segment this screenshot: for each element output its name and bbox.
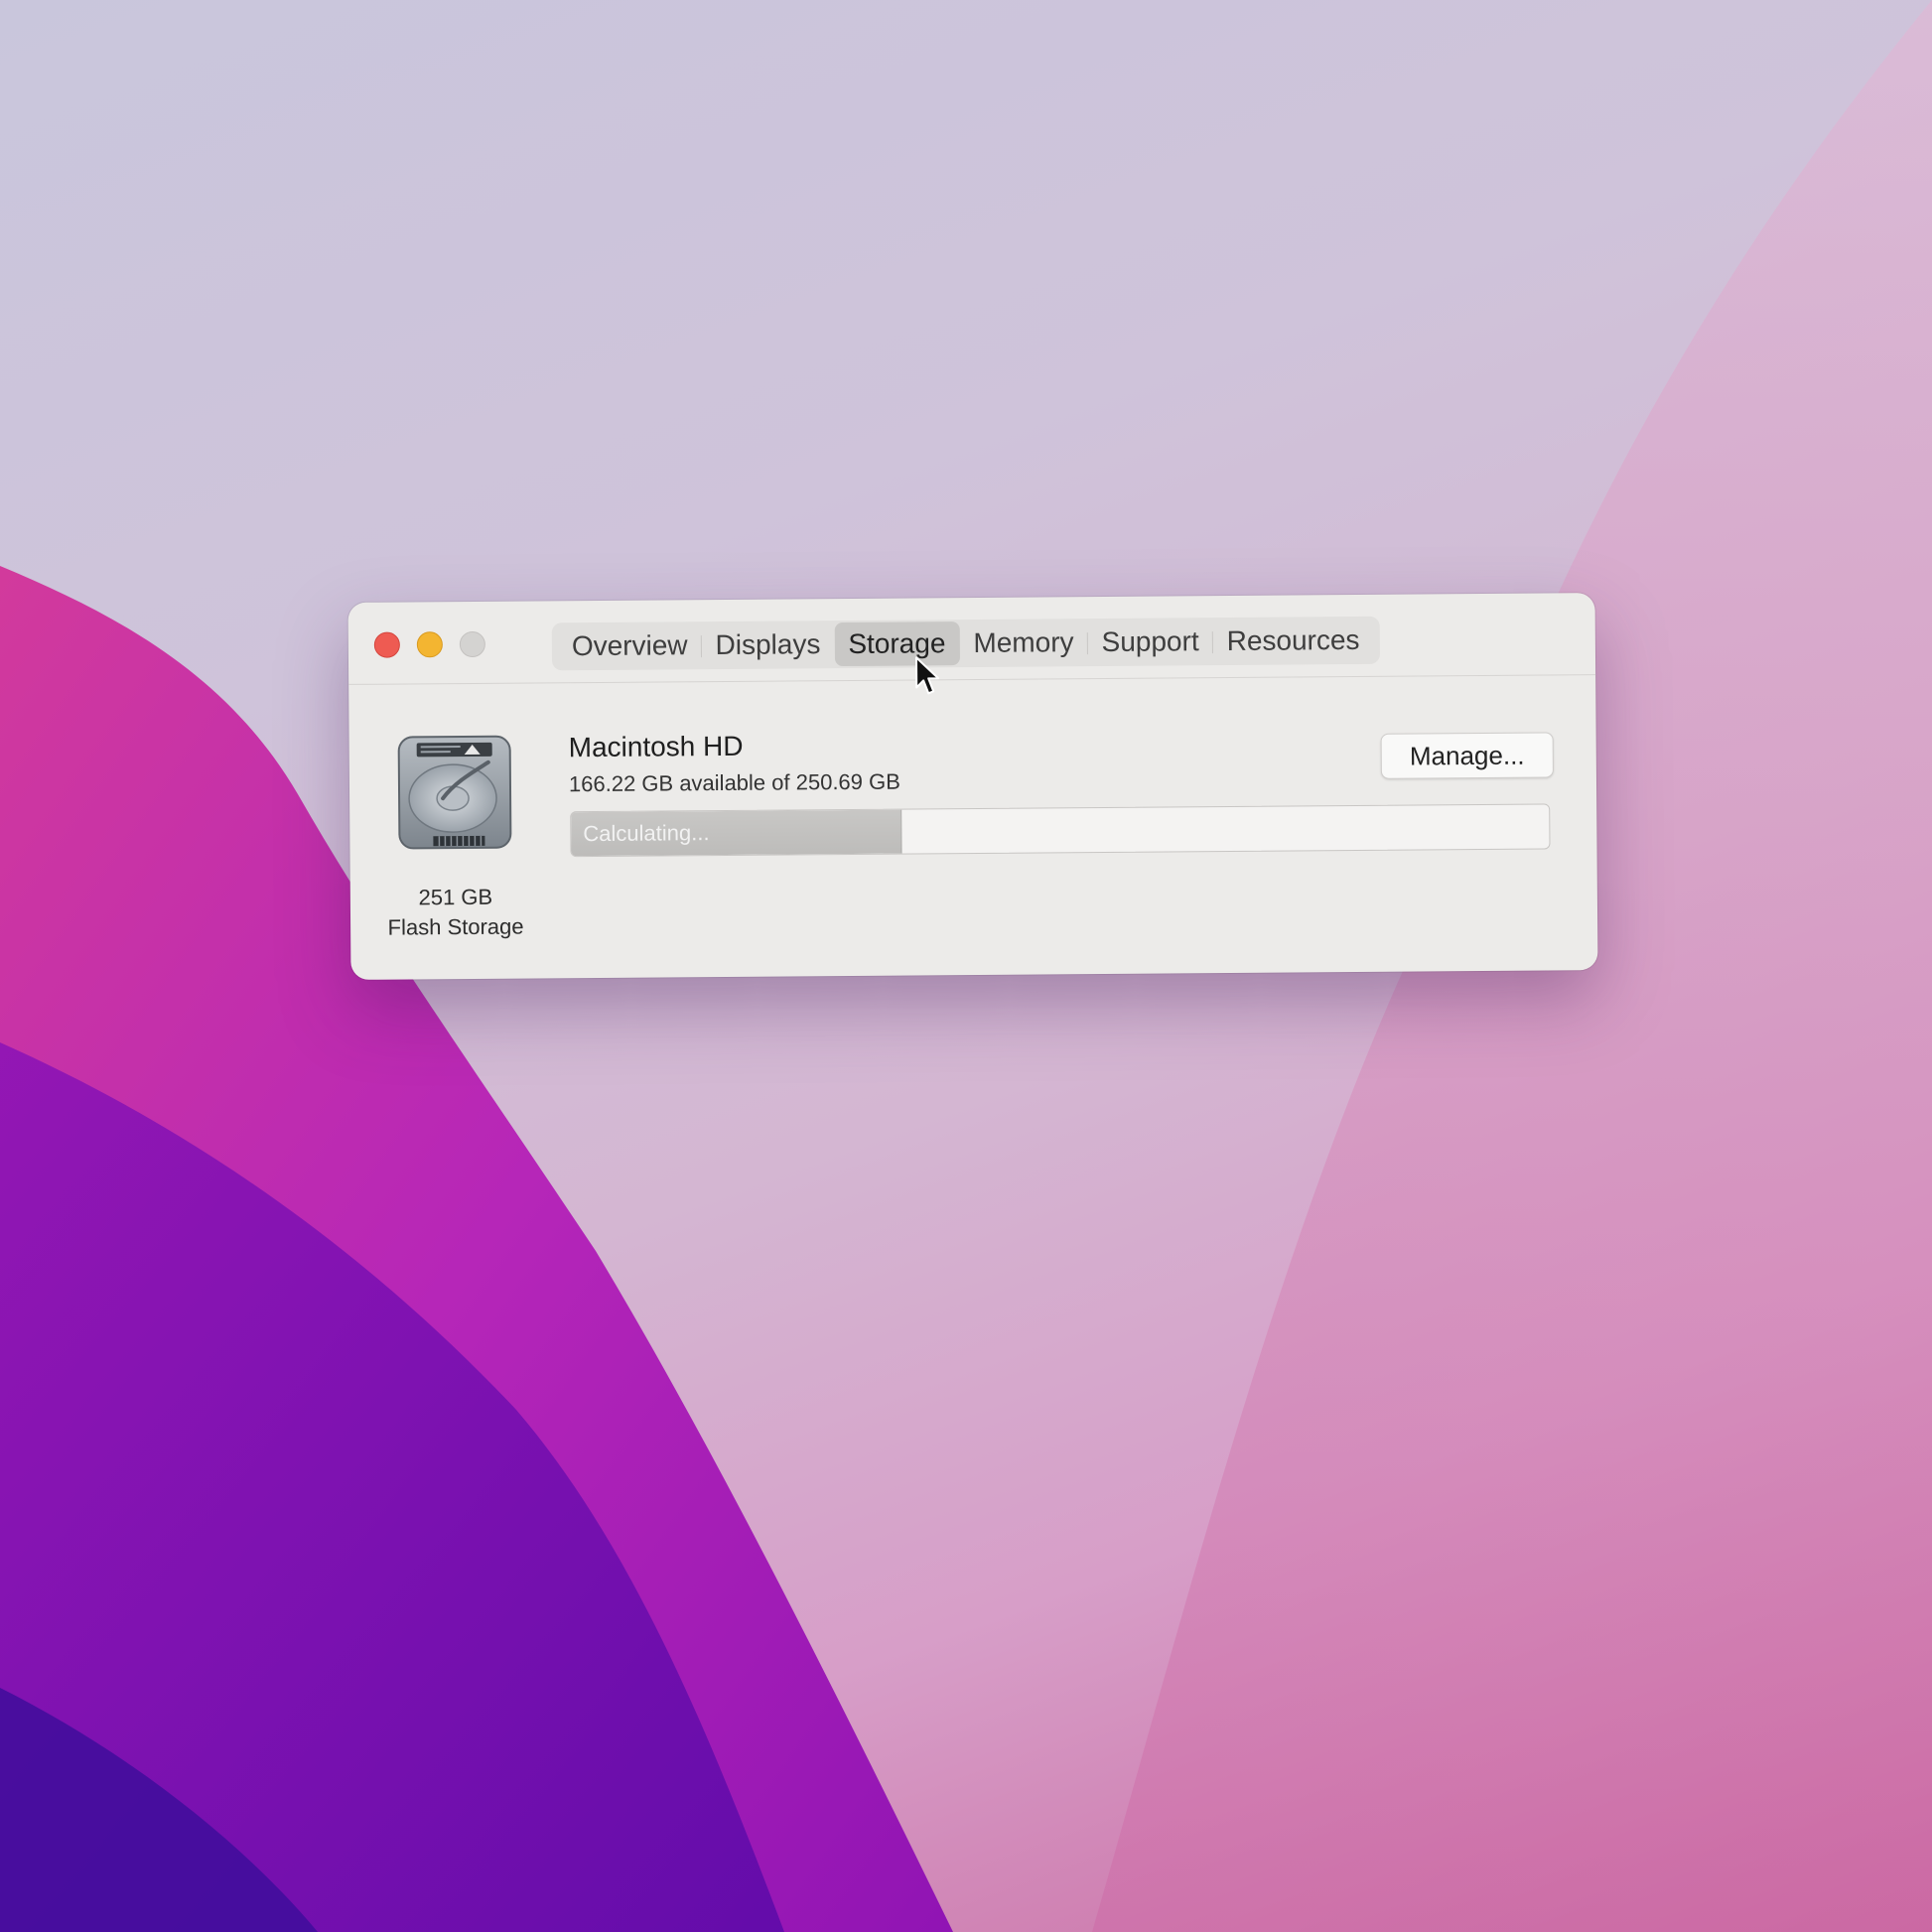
disk-type: Flash Storage — [387, 913, 524, 940]
storage-usage-bar: Calculating... — [570, 803, 1551, 858]
volume-name: Macintosh HD — [568, 730, 744, 763]
hard-disk-icon — [397, 735, 512, 850]
about-this-mac-window: Overview Displays Storage Memory Support… — [347, 593, 1598, 980]
tab-resources[interactable]: Resources — [1212, 619, 1373, 663]
zoom-button — [459, 630, 485, 658]
storage-usage-label: Calculating... — [583, 820, 710, 847]
tab-overview[interactable]: Overview — [558, 623, 702, 668]
volume-available: 166.22 GB available of 250.69 GB — [568, 768, 900, 797]
tab-bar: Overview Displays Storage Memory Support… — [551, 616, 1380, 671]
disk-capacity: 251 GB — [418, 884, 493, 910]
close-button[interactable] — [373, 631, 400, 658]
titlebar: Overview Displays Storage Memory Support… — [347, 593, 1596, 695]
mouse-pointer-icon — [914, 656, 940, 695]
desktop: Overview Displays Storage Memory Support… — [0, 0, 1932, 1932]
tab-displays[interactable]: Displays — [701, 622, 834, 667]
tab-support[interactable]: Support — [1087, 620, 1212, 664]
disk-caption: 251 GB Flash Storage — [370, 882, 541, 942]
minimize-button[interactable] — [416, 631, 443, 658]
tab-memory[interactable]: Memory — [959, 621, 1087, 665]
manage-button[interactable]: Manage... — [1380, 732, 1554, 779]
